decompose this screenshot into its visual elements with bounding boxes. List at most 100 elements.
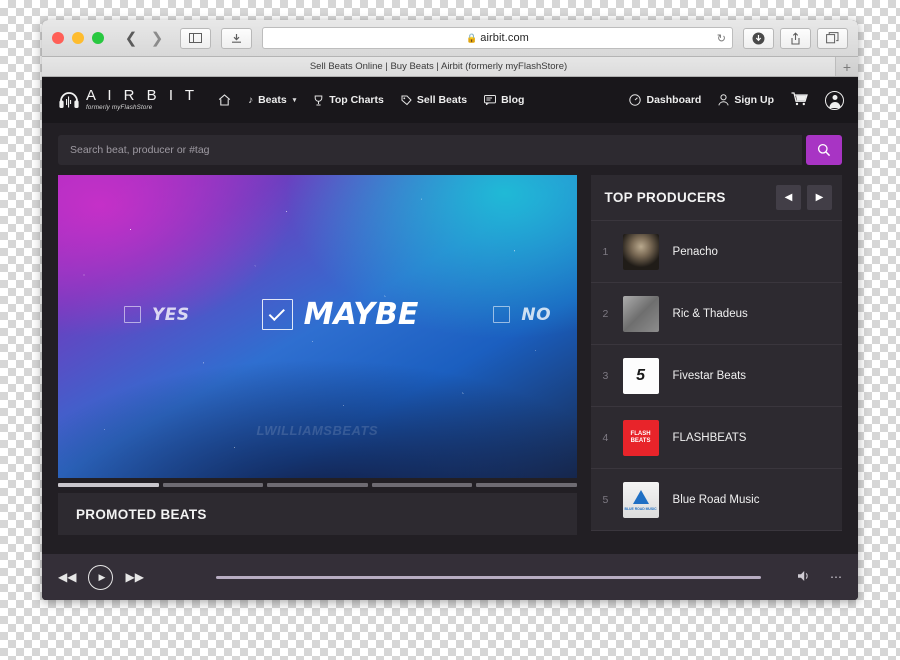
hero-slider[interactable]: YES MAYBE NO LWILLIAMSBEATS bbox=[58, 175, 577, 478]
search-placeholder: Search beat, producer or #tag bbox=[70, 144, 210, 156]
promoted-beats-section: PROMOTED BEATS bbox=[58, 493, 577, 535]
volume-icon[interactable] bbox=[797, 570, 812, 585]
downloads-button[interactable] bbox=[743, 27, 774, 49]
window-controls bbox=[52, 32, 104, 44]
back-button[interactable]: ❮ bbox=[118, 27, 144, 49]
account-avatar-icon[interactable] bbox=[825, 90, 844, 110]
share-button[interactable] bbox=[780, 27, 811, 49]
producer-rank: 2 bbox=[602, 307, 609, 320]
play-button[interactable]: ▶ bbox=[88, 564, 114, 590]
downloads-icon bbox=[752, 32, 765, 44]
hero-option-label-no: NO bbox=[521, 304, 552, 325]
sidebar-toggle-button[interactable] bbox=[180, 27, 211, 49]
nav-label-dashboard: Dashboard bbox=[646, 94, 702, 106]
close-window-button[interactable] bbox=[52, 32, 64, 44]
promoted-beats-title: PROMOTED BEATS bbox=[76, 506, 207, 522]
show-tabs-button[interactable] bbox=[817, 27, 848, 49]
top-producers-header: TOP PRODUCERS ◀ ▶ bbox=[590, 175, 842, 221]
nav-label-sell-beats: Sell Beats bbox=[416, 94, 468, 106]
search-input[interactable]: Search beat, producer or #tag bbox=[58, 135, 802, 165]
chevron-left-icon[interactable]: ◀ bbox=[776, 185, 801, 210]
show-tabs-icon bbox=[826, 32, 839, 44]
search-button[interactable] bbox=[806, 135, 842, 165]
checkbox-unchecked-icon bbox=[124, 306, 141, 323]
shopping-cart-icon[interactable] bbox=[791, 91, 808, 109]
fivestar-logo: 5 bbox=[622, 357, 659, 394]
rewind-icon[interactable]: ◀◀ bbox=[58, 570, 76, 584]
logo-name: A I R B I T bbox=[86, 87, 199, 105]
gauge-icon bbox=[629, 94, 642, 106]
tag-icon bbox=[401, 95, 412, 106]
more-options-icon[interactable]: ⋯ bbox=[830, 570, 842, 584]
producer-name: FLASHBEATS bbox=[672, 431, 747, 444]
producer-name: Blue Road Music bbox=[672, 493, 760, 506]
minimize-window-button[interactable] bbox=[72, 32, 84, 44]
navigation-buttons: ❮ ❯ bbox=[118, 27, 170, 49]
address-area: 🔒 airbit.com ↻ bbox=[221, 27, 733, 49]
slider-indicator[interactable] bbox=[476, 483, 577, 487]
producer-name: Ric & Thadeus bbox=[672, 307, 748, 320]
nav-item-dashboard[interactable]: Dashboard bbox=[629, 94, 701, 106]
slider-indicator[interactable] bbox=[58, 483, 159, 487]
url-text: airbit.com bbox=[480, 32, 529, 44]
producer-name: Fivestar Beats bbox=[672, 369, 747, 382]
hero-option-label-yes: YES bbox=[152, 304, 190, 325]
producer-rank: 4 bbox=[602, 431, 609, 444]
hero-option-label-maybe: MAYBE bbox=[303, 297, 419, 332]
producer-list-item[interactable]: 4 FLASH BEATS FLASHBEATS bbox=[590, 407, 842, 469]
page-content: YES MAYBE NO LWILLIAMSBEATS PROMOTED BEA… bbox=[42, 175, 858, 535]
reader-view-icon bbox=[232, 33, 241, 43]
audio-player-bar: ◀◀ ▶ ▶▶ ⋯ bbox=[42, 554, 858, 600]
checkbox-checked-icon bbox=[261, 299, 293, 330]
slider-indicator[interactable] bbox=[267, 483, 368, 487]
playback-progress-bar[interactable] bbox=[215, 575, 761, 579]
music-note-icon: ♪ bbox=[248, 94, 254, 106]
maximize-window-button[interactable] bbox=[92, 32, 104, 44]
nav-label-beats: Beats bbox=[258, 94, 287, 106]
slider-indicator[interactable] bbox=[371, 483, 472, 487]
site-logo[interactable]: A I R B I T formerly myFlashStore bbox=[58, 88, 198, 111]
producer-list-item[interactable]: 1 Penacho bbox=[590, 221, 842, 283]
logo-tagline: formerly myFlashStore bbox=[86, 104, 153, 112]
hero-option-yes: YES bbox=[124, 305, 190, 325]
producer-list-item[interactable]: 2 Ric & Thadeus bbox=[590, 283, 842, 345]
nav-item-sign-up[interactable]: Sign Up bbox=[718, 94, 774, 106]
producer-list-item[interactable]: 3 5 Fivestar Beats bbox=[590, 345, 842, 407]
reader-view-button[interactable] bbox=[221, 27, 252, 49]
top-producers-panel: TOP PRODUCERS ◀ ▶ 1 Penacho 2 Ric & Thad… bbox=[590, 175, 842, 531]
producer-list-item[interactable]: 5 BLUE ROAD MUSIC Blue Road Music bbox=[590, 469, 842, 531]
penacho-avatar bbox=[622, 233, 659, 270]
slider-indicator[interactable] bbox=[162, 483, 263, 487]
forward-button[interactable]: ❯ bbox=[144, 27, 170, 49]
checkbox-unchecked-icon bbox=[493, 306, 511, 323]
hero-options: YES MAYBE NO bbox=[58, 297, 577, 332]
browser-tab[interactable]: Sell Beats Online | Buy Beats | Airbit (… bbox=[42, 57, 836, 76]
nav-item-beats[interactable]: ♪ Beats ▾ bbox=[248, 94, 296, 106]
nav-item-blog[interactable]: Blog bbox=[484, 94, 524, 106]
comment-icon bbox=[484, 95, 497, 105]
reload-button[interactable]: ↻ bbox=[717, 32, 726, 45]
nav-item-top-charts[interactable]: Top Charts bbox=[313, 94, 384, 106]
nav-item-sell-beats[interactable]: Sell Beats bbox=[401, 94, 467, 106]
fast-forward-icon[interactable]: ▶▶ bbox=[125, 570, 143, 584]
headphones-icon bbox=[58, 89, 80, 111]
share-icon bbox=[791, 31, 800, 45]
top-producers-title: TOP PRODUCERS bbox=[604, 190, 726, 205]
producer-rank: 1 bbox=[602, 245, 609, 258]
nav-item-home[interactable] bbox=[218, 94, 231, 106]
search-icon bbox=[817, 143, 831, 157]
blue-road-logo: BLUE ROAD MUSIC bbox=[622, 481, 659, 518]
tab-bar: Sell Beats Online | Buy Beats | Airbit (… bbox=[42, 57, 858, 77]
hero-option-maybe: MAYBE bbox=[261, 297, 419, 332]
browser-toolbar: ❮ ❯ 🔒 airbit.com ↻ bbox=[42, 20, 858, 57]
hero-watermark: LWILLIAMSBEATS bbox=[256, 423, 379, 438]
sidebar-icon bbox=[189, 33, 202, 43]
chevron-down-icon: ▾ bbox=[292, 97, 297, 104]
new-tab-button[interactable]: + bbox=[836, 57, 858, 76]
browser-window: ❮ ❯ 🔒 airbit.com ↻ Sell Beats Online | B… bbox=[42, 20, 858, 600]
blue-triangle-icon bbox=[632, 489, 649, 504]
chevron-right-icon[interactable]: ▶ bbox=[807, 185, 832, 210]
logo-text: A I R B I T formerly myFlashStore bbox=[86, 88, 198, 111]
tab-title: Sell Beats Online | Buy Beats | Airbit (… bbox=[309, 61, 568, 72]
address-bar[interactable]: 🔒 airbit.com ↻ bbox=[262, 27, 733, 49]
